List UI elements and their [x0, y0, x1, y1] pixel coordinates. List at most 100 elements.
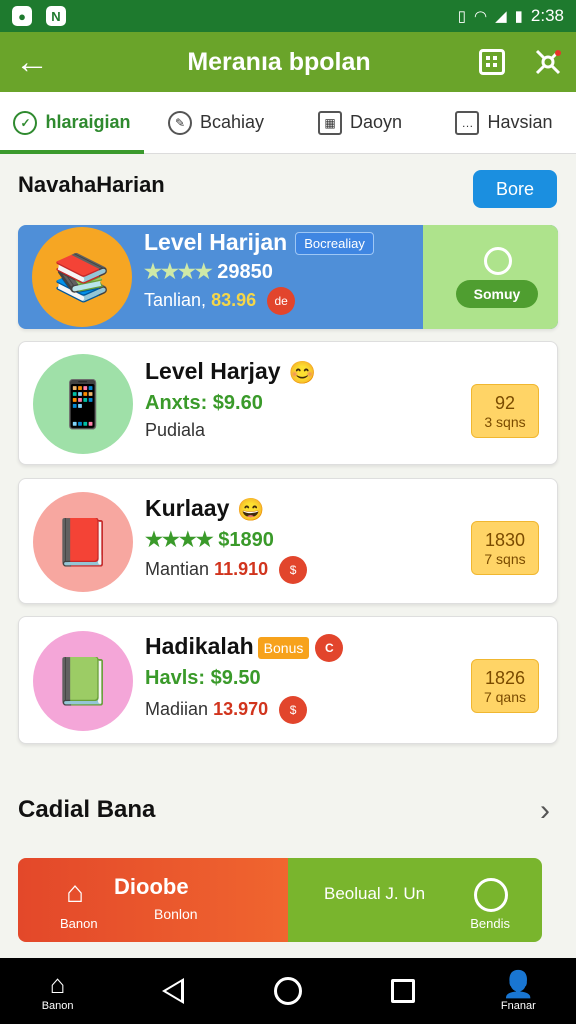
grid-button[interactable]	[464, 32, 520, 92]
banner-left-icon-label: Banon	[60, 916, 98, 931]
book-hand-icon: 📗	[33, 631, 133, 731]
more-button[interactable]: Bore	[473, 170, 557, 208]
sub-value: 11.910	[214, 558, 269, 579]
featured-card[interactable]: 📚 Level Harijan Bocrealiay ★★★★ 29850 Tan…	[18, 225, 558, 329]
tab-daoyn[interactable]: ▦ Daoyn	[288, 92, 432, 153]
tab-label: hlaraigian	[45, 112, 131, 132]
nav-profile[interactable]: 👤 Fnanar	[478, 970, 558, 1012]
sub-value: 83.96	[211, 289, 257, 310]
featured-action-panel	[423, 225, 558, 329]
sub-label: Pudiala	[145, 420, 206, 440]
summary-button[interactable]: Somuy	[456, 280, 538, 308]
price-sub: 7 qans	[483, 688, 527, 705]
rate-prefix: Anxts:	[145, 392, 208, 414]
tab-label: Daoyn	[349, 112, 403, 132]
banner-left[interactable]: ⌂ Banon Dioobe Bonlon	[18, 858, 288, 942]
card-subtitle: Mantian 11.910 $	[145, 556, 308, 584]
phone-icon: 📱	[33, 354, 133, 454]
tab-bar: ✓ hlaraigian ✎ Bcahiay ▦ Daoyn … Havsian	[0, 92, 576, 154]
battery-icon: ▮	[514, 8, 523, 25]
page-title: Meranıa bpolan	[187, 47, 371, 76]
card-subtitle: Madiian 13.970 $	[145, 696, 308, 724]
nav-profile-label: Fnanar	[500, 1000, 536, 1012]
grid-icon	[479, 49, 505, 75]
navigation-bar: ⌂ Banon 👤 Fnanar	[0, 958, 576, 1024]
rating-value: 29850	[217, 261, 273, 283]
target-icon	[474, 878, 508, 912]
card-rating: ★★★★ 29850	[144, 259, 273, 284]
list-item[interactable]: 📱 Level Harjay 😊 Anxts: $9.60 Pudiala 92 …	[18, 341, 558, 465]
price-value: 1826	[484, 667, 526, 688]
section-title: NavahaHarian	[18, 172, 165, 197]
clock: 2:38	[530, 6, 564, 25]
sub-value: 13.970	[213, 698, 269, 719]
price-badge[interactable]: 1830 7 sqns	[471, 521, 539, 575]
smiley-icon: 😄	[237, 496, 265, 522]
person-icon: 👤	[502, 969, 535, 999]
card-title: Kurlaay 😄	[145, 495, 265, 523]
recents-icon	[391, 979, 416, 1003]
card-rating: ★★★★ $1890	[145, 527, 274, 552]
rate-prefix: Havls:	[145, 667, 206, 689]
section-title: Cadial Bana	[18, 796, 156, 823]
sub-label: Tanlian,	[144, 289, 207, 310]
list-item[interactable]: 📗 Hadikalah Bonus C Havls: $9.50 Madiian 1…	[18, 616, 558, 744]
coin-icon: de	[267, 287, 296, 315]
banner-right[interactable]: Beolual J. Un Bendis	[288, 858, 542, 942]
price-value: 92	[494, 392, 516, 413]
tab-bcahiay[interactable]: ✎ Bcahiay	[144, 92, 288, 153]
wifi-icon: ◠	[474, 8, 488, 25]
rate-value: $9.50	[210, 667, 261, 689]
tab-label: Havsian	[487, 112, 553, 132]
price-badge[interactable]: 1826 7 qans	[471, 659, 539, 713]
card-title-text: Kurlaay	[145, 495, 230, 521]
home-icon: ⌂	[49, 969, 66, 999]
back-arrow-icon[interactable]: ←	[0, 32, 64, 92]
banner-right-label: Beolual J. Un	[324, 884, 426, 903]
tab-label: Bcahiay	[199, 112, 265, 132]
app-bar: ← Meranıa bpolan	[0, 32, 576, 92]
card-subtitle: Tanlian, 83.96 de	[144, 287, 296, 315]
lock-icon	[484, 247, 512, 275]
coin-icon: C	[315, 633, 344, 662]
coin-icon: $	[279, 696, 308, 724]
card-title: Level Harjay 😊	[145, 358, 316, 386]
nav-home-circle[interactable]	[248, 977, 328, 1005]
nav-home-label: Banon	[41, 1000, 74, 1012]
price-badge[interactable]: 92 3 sqns	[471, 384, 539, 438]
card-subtitle: Pudiala	[145, 420, 205, 441]
signal-icon: ◢	[495, 8, 507, 25]
chevron-right-icon[interactable]: ›	[540, 794, 550, 828]
banner-left-sub: Bonlon	[154, 906, 198, 922]
tab-havsian[interactable]: … Havsian	[432, 92, 576, 153]
share-button[interactable]	[520, 32, 576, 92]
price-sub: 7 sqns	[484, 550, 526, 567]
news-icon: N	[46, 6, 66, 26]
chat-icon: …	[455, 110, 480, 135]
home-icon: ⌂	[66, 876, 85, 909]
card-title: Hadikalah Bonus C	[145, 633, 344, 662]
edit-icon: ✎	[167, 110, 192, 135]
bonus-badge: Bonus	[257, 636, 310, 659]
status-bar: ● N ▯ ◠ ◢ ▮ 2:38	[0, 0, 576, 32]
nav-home[interactable]: ⌂ Banon	[18, 970, 98, 1012]
list-item[interactable]: 📕 Kurlaay 😄 ★★★★ $1890 Mantian 11.910 $ 1…	[18, 478, 558, 604]
card-title-text: Level Harijan	[144, 229, 288, 255]
back-triangle-icon	[161, 978, 184, 1004]
home-circle-icon	[273, 977, 302, 1005]
price-sub: 3 sqns	[484, 413, 526, 430]
rate-value: $9.60	[212, 392, 263, 414]
calendar-icon: ▦	[317, 110, 342, 135]
banner-left-title: Dioobe	[114, 874, 189, 899]
card-rating: Havls: $9.50	[145, 667, 261, 690]
nav-back[interactable]	[133, 978, 213, 1004]
smiley-icon: 😊	[288, 359, 316, 385]
share-icon	[535, 49, 561, 75]
notification-icon: ●	[12, 6, 32, 26]
card-title-text: Level Harjay	[145, 358, 281, 384]
card-title: Level Harijan Bocrealiay	[144, 229, 374, 256]
nav-recents[interactable]	[363, 979, 443, 1003]
check-circle-icon: ✓	[13, 110, 38, 135]
tab-hlaraigian[interactable]: ✓ hlaraigian	[0, 92, 144, 154]
sub-label: Mantian	[145, 558, 210, 579]
